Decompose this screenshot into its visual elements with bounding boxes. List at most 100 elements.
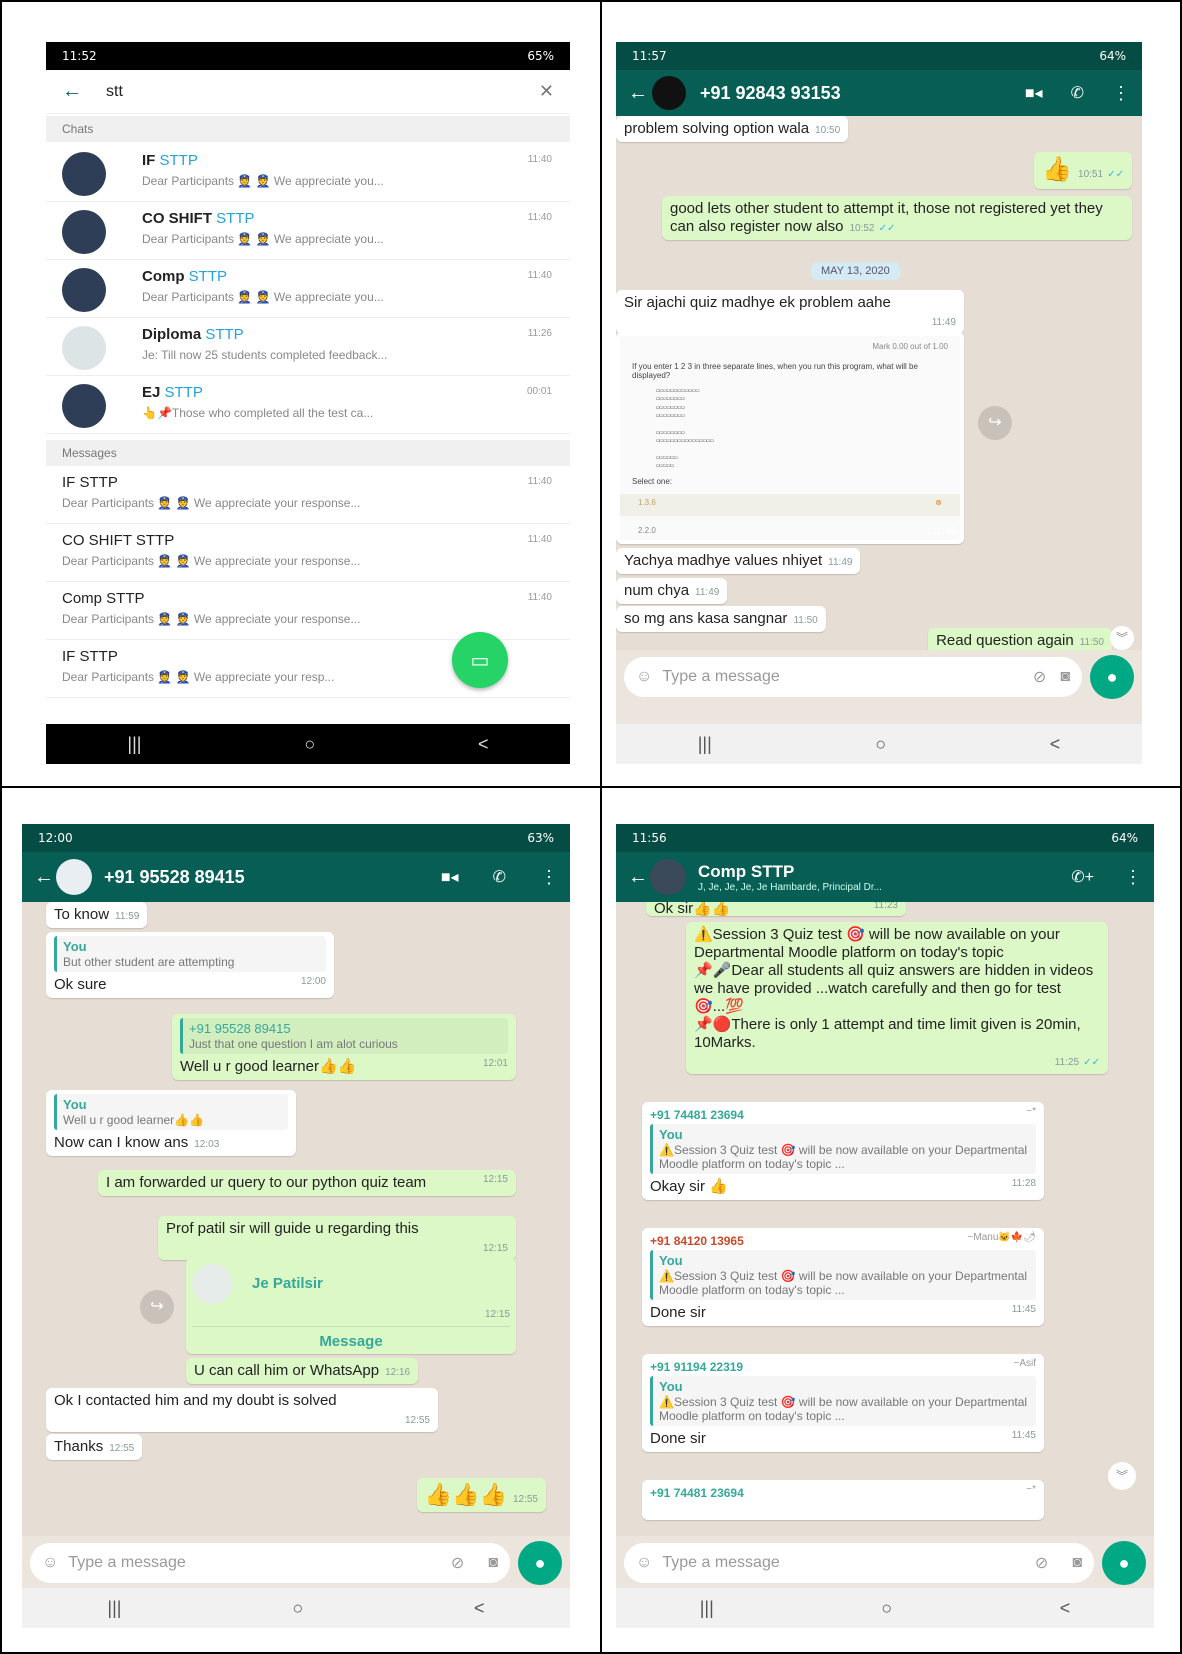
message-bubble[interactable]: Sir ajachi quiz madhye ek problem aahe 11… (616, 290, 964, 334)
group-reply[interactable]: +91 74481 23694 ~* (642, 1480, 1044, 1520)
read-ticks-icon: ✓✓ (1107, 169, 1124, 180)
emoji-icon[interactable]: ☺ (42, 1554, 58, 1572)
more-options-icon[interactable]: ⋮ (1124, 867, 1142, 888)
camera-icon[interactable]: ◙ (488, 1554, 498, 1572)
video-call-icon[interactable]: ■◂ (1025, 83, 1043, 103)
recent-apps-icon[interactable]: ||| (107, 1598, 121, 1619)
forward-icon[interactable]: ↪ (140, 1290, 174, 1324)
camera-icon[interactable]: ◙ (1072, 1554, 1082, 1572)
attach-icon[interactable]: ⊘ (451, 1553, 464, 1573)
message-bubble[interactable]: I am forwarded ur query to our python qu… (98, 1170, 516, 1196)
home-icon[interactable]: ○ (875, 734, 886, 755)
quoted-text: Well u r good learner👍👍 (63, 1112, 205, 1127)
back-icon[interactable]: < (474, 1598, 485, 1619)
quoted-message[interactable]: You ⚠️Session 3 Quiz test 🎯 will be now a… (650, 1124, 1036, 1175)
message-bubble[interactable]: Prof patil sir will guide u regarding th… (158, 1216, 516, 1260)
scroll-down-icon[interactable]: ︾ (1110, 626, 1134, 650)
mic-button[interactable]: ● (1090, 655, 1134, 699)
add-call-icon[interactable]: ✆+ (1071, 867, 1094, 887)
search-input[interactable]: stt (106, 83, 539, 101)
chat-result-row[interactable]: IF STTP 11:40 Dear Participants 👮 👮 We app… (46, 144, 570, 202)
message-input[interactable]: ☺ Type a message ⊘ ◙ (30, 1543, 510, 1583)
attach-icon[interactable]: ⊘ (1035, 1553, 1048, 1573)
quoted-message[interactable]: You Well u r good learner👍👍 (54, 1094, 288, 1130)
message-bubble[interactable]: so mg ans kasa sangnar 11:50 (616, 606, 826, 632)
contact-name[interactable]: +91 92843 93153 (700, 83, 1025, 104)
close-icon[interactable]: ✕ (539, 81, 554, 102)
back-icon[interactable]: < (1050, 734, 1061, 755)
group-info[interactable]: Comp STTP J, Je, Je, Je, Je Hambarde, Pr… (698, 862, 1071, 893)
message-text: Ok I contacted him and my doubt is solve… (54, 1392, 337, 1409)
contact-card[interactable]: Je Patilsir 12:15 Message (186, 1258, 516, 1354)
message-bubble[interactable]: Ok I contacted him and my doubt is solve… (46, 1388, 438, 1432)
quoted-message[interactable]: You ⚠️Session 3 Quiz test 🎯 will be now a… (650, 1250, 1036, 1301)
message-result-row[interactable]: IF STTP 11:40 Dear Participants 👮 👮 We app… (46, 466, 570, 524)
message-bubble[interactable]: problem solving option wala 10:50 (616, 116, 849, 142)
camera-icon[interactable]: ◙ (1060, 668, 1070, 686)
message-bubble[interactable]: 👍👍👍 12:55 (416, 1478, 546, 1513)
message-result-row[interactable]: Comp STTP 11:40 Dear Participants 👮 👮 We a… (46, 582, 570, 640)
more-options-icon[interactable]: ⋮ (1112, 83, 1130, 104)
chat-result-row[interactable]: CO SHIFT STTP 11:40 Dear Participants 👮 👮 … (46, 202, 570, 260)
message-input[interactable]: ☺ Type a message ⊘ ◙ (624, 657, 1082, 697)
attach-icon[interactable]: ⊘ (1033, 667, 1046, 687)
mic-button[interactable]: ● (1102, 1541, 1146, 1585)
new-chat-fab[interactable]: ▭ (452, 632, 508, 688)
group-avatar[interactable] (650, 859, 686, 895)
announcement-message[interactable]: ⚠️Session 3 Quiz test 🎯 will be now avai… (686, 922, 1108, 1074)
message-bubble[interactable]: You Well u r good learner👍👍 Now can I kno… (46, 1090, 296, 1156)
message-time: 11:40 (527, 534, 552, 545)
contact-avatar[interactable] (56, 859, 92, 895)
recent-apps-icon[interactable]: ||| (698, 734, 712, 755)
back-arrow-icon[interactable]: ← (34, 866, 54, 889)
message-input[interactable]: ☺ Type a message ⊘ ◙ (624, 1543, 1094, 1583)
contact-message-button[interactable]: Message (192, 1326, 510, 1351)
scroll-down-icon[interactable]: ︾ (1108, 1462, 1136, 1490)
home-icon[interactable]: ○ (292, 1598, 303, 1619)
contact-name[interactable]: +91 95528 89415 (104, 867, 441, 888)
mic-button[interactable]: ● (518, 1541, 562, 1585)
message-bubble[interactable]: U can call him or WhatsApp 12:16 (186, 1358, 419, 1384)
chat-result-row[interactable]: EJ STTP 00:01 👆📌Those who completed all th… (46, 376, 570, 434)
group-reply[interactable]: +91 91194 22319 ~Asif You ⚠️Session 3 Quiz… (642, 1354, 1044, 1453)
emoji-icon[interactable]: ☺ (636, 668, 652, 686)
message-time: 10:52 (849, 223, 875, 234)
recent-apps-icon[interactable]: ||| (700, 1598, 714, 1619)
message-bubble[interactable]: num chya 11:49 (616, 578, 728, 604)
message-bubble[interactable]: +91 95528 89415 Just that one question I … (172, 1014, 516, 1080)
message-bubble[interactable]: To know 11:59 (46, 902, 148, 928)
message-bubble[interactable]: 👍 10:51 ✓✓ (1034, 152, 1132, 189)
back-icon[interactable]: < (1060, 1598, 1071, 1619)
message-bubble[interactable]: good lets other student to attempt it, t… (662, 196, 1132, 240)
contact-avatar[interactable] (652, 76, 686, 110)
message-bubble[interactable]: Thanks 12:55 (46, 1434, 143, 1460)
message-bubble[interactable]: Read question again 11:50 (928, 628, 1112, 650)
forward-icon[interactable]: ↪ (978, 406, 1012, 440)
image-message[interactable]: Mark 0.00 out of 1.00 If you enter 1 2 3… (616, 332, 964, 544)
back-arrow-icon[interactable]: ← (628, 866, 648, 889)
message-result-row[interactable]: CO SHIFT STTP 11:40 Dear Participants 👮 👮 … (46, 524, 570, 582)
more-options-icon[interactable]: ⋮ (540, 867, 558, 888)
back-icon[interactable]: < (478, 734, 489, 755)
video-call-icon[interactable]: ■◂ (441, 867, 459, 887)
quoted-message[interactable]: You ⚠️Session 3 Quiz test 🎯 will be now a… (650, 1376, 1036, 1427)
status-time: 12:00 (38, 831, 73, 845)
emoji-icon[interactable]: ☺ (636, 1554, 652, 1572)
quoted-message[interactable]: +91 95528 89415 Just that one question I … (180, 1018, 508, 1054)
chat-result-row[interactable]: Diploma STTP 11:26 Je: Till now 25 student… (46, 318, 570, 376)
home-icon[interactable]: ○ (304, 734, 315, 755)
message-bubble[interactable]: Yachya madhye values nhiyet 11:49 (616, 548, 861, 574)
group-reply[interactable]: +91 74481 23694 ~* You ⚠️Session 3 Quiz te… (642, 1102, 1044, 1201)
message-bubble[interactable]: You But other student are attempting Ok s… (46, 932, 334, 998)
phone-call-icon[interactable]: ✆ (1071, 83, 1084, 103)
chat-result-row[interactable]: Comp STTP 11:40 Dear Participants 👮 👮 We a… (46, 260, 570, 318)
group-reply[interactable]: +91 84120 13965 ~Manu🐱🍁🌶 You ⚠️Session 3 Q… (642, 1228, 1044, 1327)
recent-apps-icon[interactable]: ||| (127, 734, 141, 755)
back-arrow-icon[interactable]: ← (628, 82, 648, 105)
home-icon[interactable]: ○ (881, 1598, 892, 1619)
phone-call-icon[interactable]: ✆ (493, 867, 506, 887)
quoted-message[interactable]: You But other student are attempting (54, 936, 326, 972)
message-bubble[interactable]: Ok sir👍👍 11:23 (646, 902, 906, 916)
sender-nickname: ~Manu🐱🍁🌶 (967, 1232, 1036, 1243)
back-arrow-icon[interactable]: ← (62, 80, 82, 103)
